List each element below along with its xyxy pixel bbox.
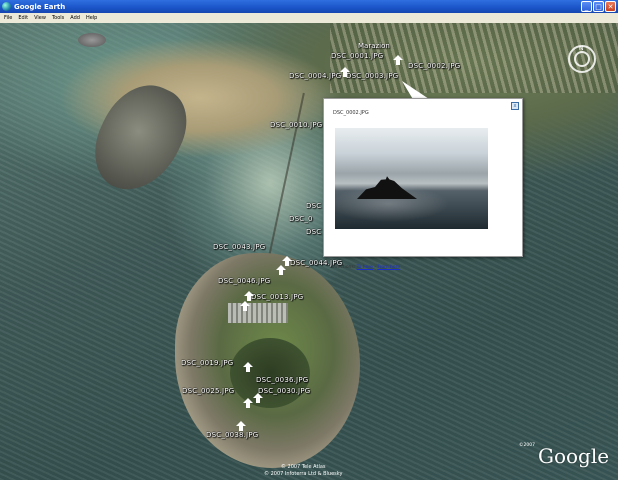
- maximize-button[interactable]: □: [593, 1, 604, 12]
- menu-edit[interactable]: Edit: [18, 15, 28, 21]
- photo-label[interactable]: DSC_0003.JPG: [346, 72, 398, 80]
- window-title: Google Earth: [14, 2, 66, 11]
- credit-line: © 2007 Infoterra Ltd & Bluesky: [264, 471, 343, 477]
- directions-label: Directions:: [331, 265, 356, 270]
- google-logo: Google: [538, 444, 610, 468]
- photo-label[interactable]: DSC_0036.JPG: [256, 376, 308, 384]
- causeway: [267, 92, 323, 264]
- directions-to-here-link[interactable]: To here: [357, 265, 373, 270]
- photo-label[interactable]: DSC_0046.JPG: [218, 277, 270, 285]
- rock-island: [80, 71, 200, 205]
- photo-label[interactable]: DSC_0001.JPG: [331, 52, 383, 60]
- photo-label[interactable]: DSC_0: [289, 215, 313, 223]
- title-bar: Google Earth _ □ ✕: [0, 0, 618, 13]
- rock-outcrop: [78, 33, 106, 47]
- photo-label[interactable]: DSC_0043.JPG: [213, 243, 265, 251]
- photo-label[interactable]: DSC: [306, 202, 321, 210]
- menu-add[interactable]: Add: [70, 15, 80, 21]
- menu-view[interactable]: View: [34, 15, 46, 21]
- island-buildings: [228, 303, 288, 323]
- menu-tools[interactable]: Tools: [52, 15, 64, 21]
- island-woods: [230, 338, 310, 408]
- photo-label[interactable]: DSC_0025.JPG: [182, 387, 234, 395]
- photo-label[interactable]: DSC_0004.JPG: [289, 72, 341, 80]
- menu-bar: File Edit View Tools Add Help: [0, 13, 618, 23]
- directions-from-here-link[interactable]: From here: [377, 265, 400, 270]
- imagery-credits: © 2007 Tele Atlas © 2007 Infoterra Ltd &…: [264, 464, 342, 478]
- photo-label[interactable]: DSC_0019.JPG: [181, 359, 233, 367]
- balloon-photo: [335, 128, 488, 229]
- balloon-close-icon[interactable]: x: [511, 102, 519, 110]
- copyright-year: ©2007: [519, 443, 535, 448]
- balloon-directions: Directions: To here - From here: [331, 265, 400, 270]
- placemark-balloon: DSC_0002.JPG x Directions: To here - Fro…: [323, 98, 523, 270]
- google-earth-icon: [2, 2, 11, 11]
- place-label-marazion: Marazion: [358, 42, 390, 50]
- photo-label[interactable]: DSC_0038.JPG: [206, 431, 258, 439]
- photo-label[interactable]: DSC_0013.JPG: [251, 293, 303, 301]
- balloon-title: DSC_0002.JPG: [333, 110, 369, 116]
- earth-map-view[interactable]: Marazion DSC_0001.JPG DSC_0002.JPG DSC_0…: [0, 23, 618, 480]
- castle-silhouette: [357, 176, 417, 199]
- photo-label[interactable]: DSC_0010.JPG: [270, 121, 322, 129]
- credit-line: © 2007 Tele Atlas: [280, 464, 326, 470]
- menu-file[interactable]: File: [4, 15, 12, 21]
- close-button[interactable]: ✕: [605, 1, 616, 12]
- compass-look-joystick-icon[interactable]: [574, 51, 590, 67]
- photo-label[interactable]: DSC_0002.JPG: [408, 62, 460, 70]
- menu-help[interactable]: Help: [86, 15, 97, 21]
- photo-label[interactable]: DSC: [306, 228, 321, 236]
- photo-label[interactable]: DSC_0030.JPG: [258, 387, 310, 395]
- minimize-button[interactable]: _: [581, 1, 592, 12]
